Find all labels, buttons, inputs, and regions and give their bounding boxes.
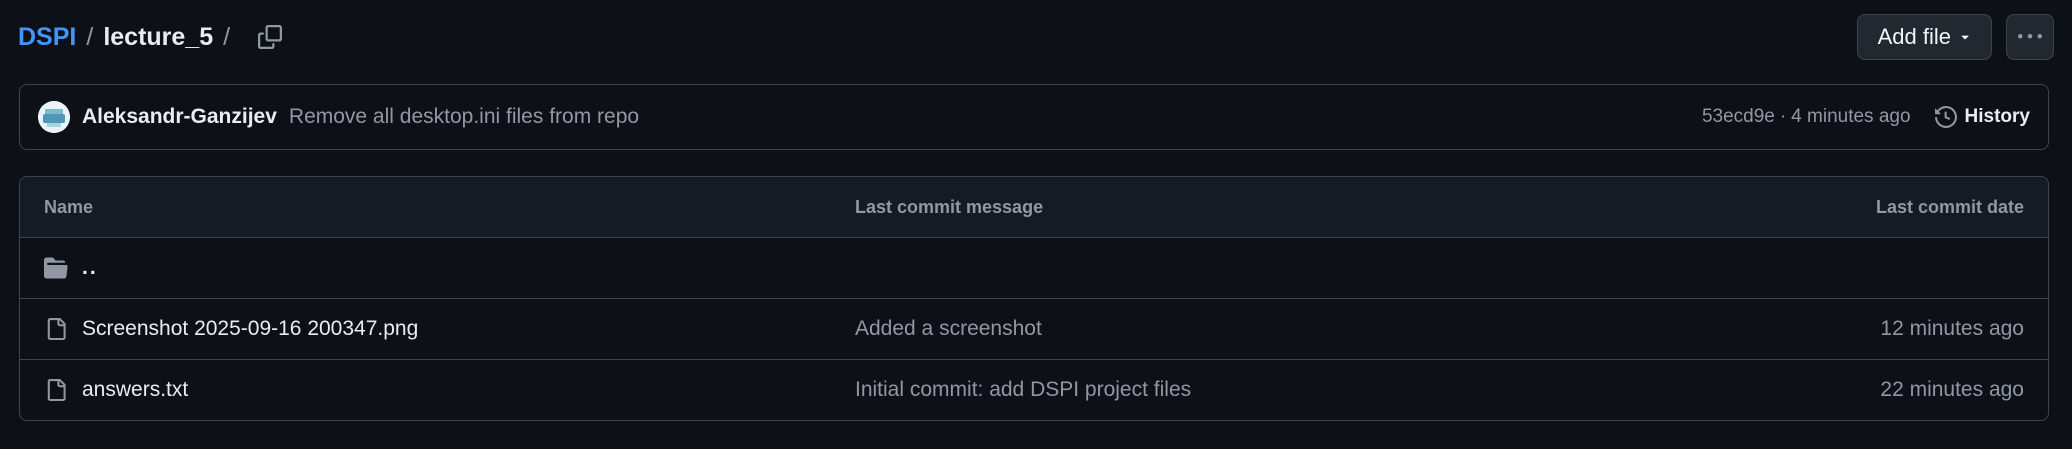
copy-path-button[interactable] [250, 17, 290, 57]
file-commit-date-cell: 22 minutes ago [1880, 378, 2024, 402]
file-commit-date: 22 minutes ago [1880, 378, 2024, 401]
add-file-label: Add file [1877, 24, 1951, 49]
file-commit-date: 12 minutes ago [1880, 317, 2024, 340]
history-icon [1934, 106, 1957, 128]
table-header: Name Last commit message Last commit dat… [20, 177, 2048, 237]
commit-time: 4 minutes ago [1791, 106, 1911, 127]
file-name-cell: Screenshot 2025-09-16 200347.png [44, 317, 855, 341]
repo-header: DSPI / lecture_5 / Add file [18, 12, 2054, 62]
file-commit-message-link[interactable]: Initial commit: add DSPI project files [855, 378, 1191, 401]
avatar[interactable] [38, 101, 70, 133]
file-commit-message-link[interactable]: Added a screenshot [855, 317, 1042, 340]
file-commit-message-cell: Initial commit: add DSPI project files [855, 378, 1880, 402]
latest-commit-bar: Aleksandr-Ganzijev Remove all desktop.in… [19, 84, 2049, 150]
breadcrumb-separator: / [86, 22, 94, 51]
history-label: History [1964, 106, 2030, 127]
table-row-parent-directory[interactable]: .. [20, 237, 2048, 298]
header-name: Name [44, 196, 94, 217]
commit-meta-dot: · [1779, 106, 1787, 127]
commit-sha-link[interactable]: 53ecd9e [1702, 106, 1775, 128]
commit-message-link[interactable]: Remove all desktop.ini files from repo [289, 105, 639, 129]
parent-directory-cell: .. [44, 256, 855, 280]
header-actions: Add file [1856, 14, 2054, 60]
parent-directory-link[interactable]: .. [82, 256, 98, 280]
file-commit-date-cell: 12 minutes ago [1880, 317, 2024, 341]
caret-down-icon [1961, 35, 1969, 40]
header-last-commit-date: Last commit date [1875, 196, 2024, 217]
file-icon [44, 378, 68, 402]
commit-author-link[interactable]: Aleksandr-Ganzijev [82, 105, 277, 129]
file-table: Name Last commit message Last commit dat… [19, 176, 2049, 421]
kebab-horizontal-icon [2018, 34, 2042, 39]
file-name-cell: answers.txt [44, 378, 855, 402]
history-button[interactable]: History [1934, 106, 2030, 128]
file-name-link[interactable]: Screenshot 2025-09-16 200347.png [82, 317, 418, 341]
folder-icon [44, 256, 68, 280]
table-row[interactable]: answers.txt Initial commit: add DSPI pro… [20, 359, 2048, 420]
file-icon [44, 317, 68, 341]
avatar-image-icon [38, 101, 70, 133]
breadcrumb-trailing-separator: / [223, 22, 231, 51]
header-last-commit-message: Last commit message [855, 196, 1044, 217]
table-row[interactable]: Screenshot 2025-09-16 200347.png Added a… [20, 298, 2048, 359]
breadcrumb: DSPI / lecture_5 / [18, 23, 232, 52]
file-name-link[interactable]: answers.txt [82, 378, 188, 402]
breadcrumb-repo-link[interactable]: DSPI [18, 23, 76, 52]
add-file-button[interactable]: Add file [1856, 14, 1992, 60]
commit-meta: 53ecd9e · 4 minutes ago [1702, 106, 1911, 128]
breadcrumb-current-folder: lecture_5 [103, 22, 214, 51]
copy-icon [258, 25, 283, 49]
more-options-button[interactable] [2006, 14, 2054, 60]
file-commit-message-cell: Added a screenshot [855, 317, 1880, 341]
